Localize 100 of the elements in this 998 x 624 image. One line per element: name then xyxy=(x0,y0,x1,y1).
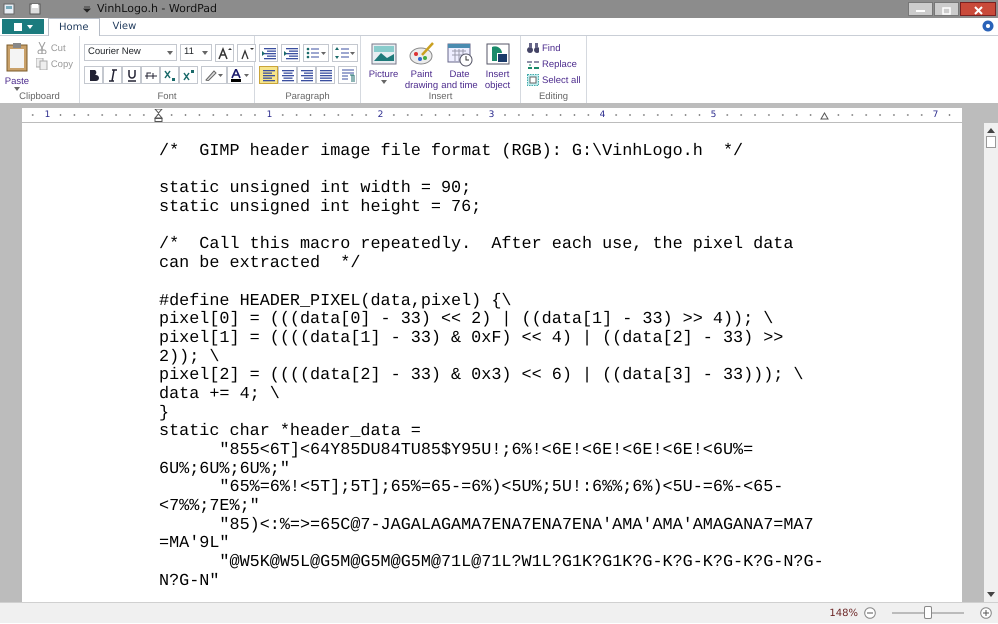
decrease-indent-button[interactable] xyxy=(259,44,278,62)
code-line: can be extracted */ xyxy=(159,255,362,274)
ruler-number: 1 xyxy=(264,110,274,120)
grow-font-button[interactable] xyxy=(215,44,234,62)
underline-icon xyxy=(126,68,138,82)
font-color-button[interactable] xyxy=(227,66,253,84)
subscript-icon xyxy=(164,68,176,82)
zoom-in-icon[interactable] xyxy=(980,607,992,619)
superscript-icon xyxy=(182,68,194,82)
code-line: N?G-N" xyxy=(159,572,220,592)
group-label: Font xyxy=(156,91,178,103)
code-line: pixel[0] = (((data[0] - 33) << 2) | ((data[1] - 33) >> 4)); \ xyxy=(159,311,774,330)
align-left-icon xyxy=(260,68,276,82)
code-line: data += 4; \ xyxy=(159,386,281,404)
italic-button[interactable] xyxy=(103,66,122,84)
ruler-number: 7 xyxy=(930,110,940,120)
picture-icon xyxy=(370,41,398,67)
line-spacing-button[interactable] xyxy=(332,44,358,62)
code-line: /* Call this macro repeatedly. After each use, the pixel data xyxy=(159,236,794,254)
grow-font-icon xyxy=(218,46,232,60)
highlighter-icon xyxy=(205,69,223,81)
increase-indent-button[interactable] xyxy=(281,44,300,62)
palette-icon xyxy=(408,41,436,67)
ribbon-tab[interactable]: Home xyxy=(48,18,100,36)
ruler-number: 3 xyxy=(486,110,496,120)
font-size-field[interactable]: 11 xyxy=(180,44,212,61)
picture-button[interactable]: Picture xyxy=(365,41,402,91)
ruler-number: 4 xyxy=(598,110,608,120)
subscript-button[interactable] xyxy=(160,66,179,84)
select-all-button[interactable]: Select all xyxy=(525,74,583,86)
calendar-clock-icon xyxy=(446,41,474,67)
app-icon[interactable] xyxy=(3,3,15,15)
insert-button[interactable]: Date and time xyxy=(441,41,478,91)
zoom-level: 148% xyxy=(829,606,858,620)
insert-button[interactable]: Paint drawing xyxy=(403,41,440,91)
paragraph-icon xyxy=(340,68,354,82)
caret-icon xyxy=(202,50,208,54)
indent-marker-icon[interactable] xyxy=(154,108,163,122)
group-label: Paragraph xyxy=(284,91,331,103)
code-line: static unsigned int width = 90; xyxy=(159,180,472,198)
bold-icon xyxy=(88,68,100,82)
align-right-button[interactable] xyxy=(297,66,316,84)
bullet-list-icon xyxy=(306,47,326,59)
increase-indent-icon xyxy=(284,46,298,60)
ruler-number: 1 xyxy=(42,110,52,120)
paste-button[interactable]: Paste xyxy=(4,42,30,91)
list-button[interactable] xyxy=(303,44,329,62)
group-label: Clipboard xyxy=(18,91,61,103)
close-icon xyxy=(974,6,982,16)
highlight-button[interactable] xyxy=(201,66,227,84)
scroll-down-icon[interactable] xyxy=(987,592,995,598)
zoom-slider-thumb[interactable] xyxy=(924,606,932,619)
save-icon[interactable] xyxy=(29,3,41,15)
code-line: pixel[2] = ((((data[2] - 33) & 0x3) << 6) | ((data[3] - 33))); \ xyxy=(159,367,805,386)
align-center-button[interactable] xyxy=(278,66,297,84)
insert-button[interactable]: Insert object xyxy=(479,41,516,91)
restore-button[interactable] xyxy=(934,2,959,16)
zoom-out-icon[interactable] xyxy=(864,607,876,619)
code-line: <7%%;7E%;" xyxy=(159,498,261,516)
app-menu-button[interactable] xyxy=(2,19,44,34)
align-right-icon xyxy=(298,68,314,82)
ribbon-tab[interactable]: View xyxy=(102,17,148,35)
dropdown-icon[interactable] xyxy=(83,5,91,13)
align-left-button[interactable] xyxy=(259,66,278,84)
close-button[interactable] xyxy=(960,2,996,16)
restore-icon xyxy=(942,6,951,15)
clipboard-icon xyxy=(4,42,29,72)
code-line: static unsigned int height = 76; xyxy=(159,199,482,218)
decrease-indent-icon xyxy=(262,46,276,60)
shrink-font-icon xyxy=(240,46,254,60)
strikethrough-button[interactable] xyxy=(141,66,160,84)
font-color-icon xyxy=(231,68,249,82)
align-center-icon xyxy=(280,68,296,82)
replace-button[interactable]: Replace xyxy=(525,58,583,70)
code-line: pixel[1] = ((((data[1] - 33) & 0xF) << 4) | ((data[2] - 33) >> xyxy=(159,330,784,348)
justify-icon xyxy=(318,68,334,82)
scrollbar-thumb[interactable] xyxy=(986,136,996,148)
paragraph-button[interactable] xyxy=(338,66,357,84)
group-label: Insert xyxy=(428,91,454,103)
code-line: "@W5K@W5L@G5M@G5M@G5M@71L@71L?W1L?G1K?G1K?G-K?G-K?G-K?G-N?G- xyxy=(218,554,825,573)
scissors-icon xyxy=(36,42,48,54)
justify-button[interactable] xyxy=(316,66,335,84)
caret-icon xyxy=(167,50,173,54)
find-button[interactable]: Find xyxy=(525,42,583,54)
minimize-button[interactable] xyxy=(908,2,933,16)
code-line: "65%=6%!<5T];5T];65%=65-=6%)<5U%;5U!:6%%;6%)<5U-=6%-<65- xyxy=(218,479,784,498)
window-title: VinhLogo.h - WordPad xyxy=(97,0,218,17)
font-name-field[interactable]: Courier New xyxy=(84,44,177,61)
bold-button[interactable] xyxy=(84,66,103,84)
superscript-button[interactable] xyxy=(179,66,198,84)
code-line: /* GIMP header image file format (RGB): G:\VinhLogo.h */ xyxy=(159,143,744,162)
underline-button[interactable] xyxy=(122,66,141,84)
help-icon[interactable] xyxy=(982,20,994,32)
scroll-up-icon[interactable] xyxy=(987,127,995,133)
ruler-number: 2 xyxy=(376,110,386,120)
code-line: static char *header_data = xyxy=(159,423,422,442)
shrink-font-button[interactable] xyxy=(237,44,256,62)
copy-icon xyxy=(36,58,48,70)
italic-icon xyxy=(106,68,118,82)
code-line: 2)); \ xyxy=(159,348,220,367)
